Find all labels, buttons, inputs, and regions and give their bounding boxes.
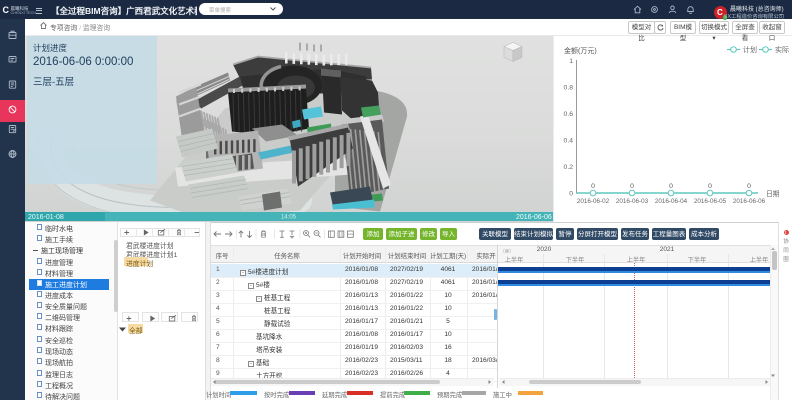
- svg-text:0.8: 0.8: [564, 85, 574, 92]
- svg-text:实际: 实际: [775, 45, 789, 54]
- svg-text:1: 1: [569, 58, 573, 65]
- svg-text:金额(万元): 金额(万元): [564, 46, 597, 55]
- svg-text:2016-06-03: 2016-06-03: [616, 198, 649, 205]
- svg-text:2016-06-05: 2016-06-05: [694, 198, 727, 205]
- svg-text:0.6: 0.6: [564, 111, 574, 118]
- svg-text:2016-06-04: 2016-06-04: [655, 198, 688, 205]
- svg-text:14:05: 14:05: [281, 214, 297, 220]
- svg-text:0: 0: [747, 183, 751, 190]
- svg-text:2016-06-06: 2016-06-06: [516, 214, 552, 221]
- svg-text:0: 0: [569, 191, 573, 198]
- svg-text:0.2: 0.2: [564, 164, 574, 171]
- svg-text:0: 0: [708, 183, 712, 190]
- svg-text:0.4: 0.4: [564, 138, 574, 145]
- svg-text:计划: 计划: [743, 45, 757, 54]
- svg-text:0: 0: [591, 183, 595, 190]
- svg-text:0: 0: [669, 183, 673, 190]
- svg-text:0: 0: [630, 183, 634, 190]
- svg-text:2016-01-08: 2016-01-08: [28, 214, 64, 221]
- svg-text:2016-06-02: 2016-06-02: [577, 198, 610, 205]
- svg-text:2016-06-06: 2016-06-06: [733, 198, 766, 205]
- svg-text:日期: 日期: [766, 190, 780, 198]
